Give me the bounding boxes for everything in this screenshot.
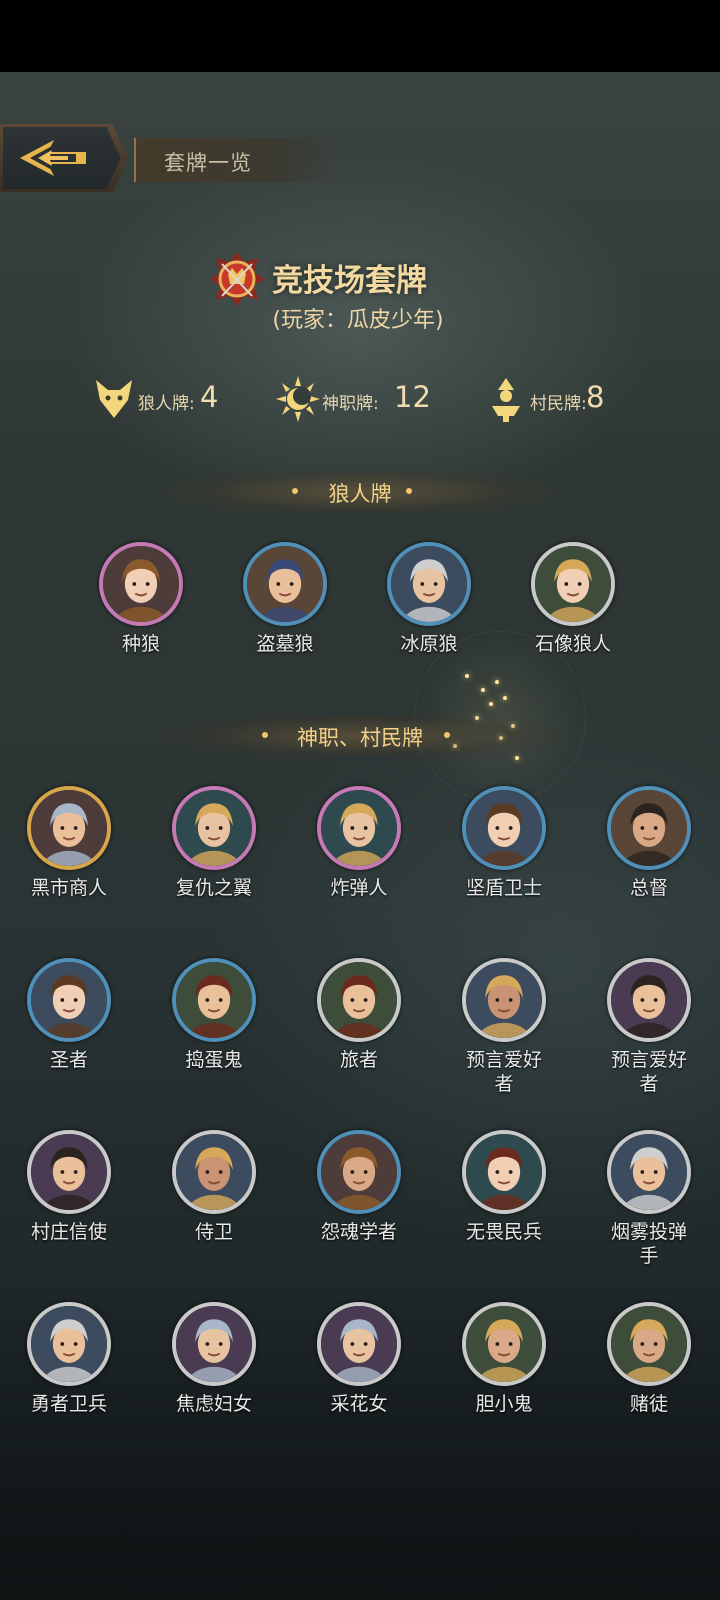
character-name: 怨魂学者 — [320, 1221, 397, 1243]
portrait-image — [321, 1306, 397, 1382]
portrait-image — [391, 546, 467, 622]
portrait-image — [31, 1306, 107, 1382]
character-avatar[interactable] — [387, 542, 471, 626]
character-name: 赌徒 — [629, 1393, 668, 1415]
villager-icon — [492, 378, 520, 422]
character-name: 无畏民兵 — [465, 1221, 542, 1243]
villager-count-value: 8 — [586, 380, 605, 414]
portrait-image — [611, 790, 687, 866]
character-avatar[interactable] — [27, 1130, 111, 1214]
character-name: 坚盾卫士 — [465, 877, 542, 899]
character-name: 烟雾投弹手 — [610, 1221, 687, 1267]
role-section-title: 神职、村民牌 — [297, 726, 423, 750]
character-avatar[interactable] — [462, 786, 546, 870]
portrait-image — [247, 546, 323, 622]
god-count-label: 神职牌: — [322, 394, 379, 414]
portrait-image — [176, 1306, 252, 1382]
portrait-image — [321, 790, 397, 866]
portrait-image — [466, 1306, 542, 1382]
character-avatar[interactable] — [27, 786, 111, 870]
character-avatar[interactable] — [462, 1130, 546, 1214]
character-avatar[interactable] — [172, 786, 256, 870]
title-plate: 套牌一览 — [134, 138, 336, 182]
portrait-image — [176, 1134, 252, 1210]
portrait-image — [611, 962, 687, 1038]
portrait-image — [176, 790, 252, 866]
character-avatar[interactable] — [317, 1302, 401, 1386]
page-title: 套牌一览 — [164, 151, 252, 175]
wolf-icon — [96, 380, 132, 418]
character-name: 石像狼人 — [534, 633, 611, 655]
character-avatar[interactable] — [243, 542, 327, 626]
villager-count-label: 村民牌: — [530, 394, 587, 414]
back-button[interactable] — [0, 124, 128, 192]
character-name: 种狼 — [121, 633, 160, 655]
portrait-image — [31, 790, 107, 866]
portrait-image — [611, 1306, 687, 1382]
portrait-image — [176, 962, 252, 1038]
character-avatar[interactable] — [172, 1130, 256, 1214]
deck-player: (玩家：瓜皮少年) — [0, 302, 720, 334]
character-avatar[interactable] — [531, 542, 615, 626]
character-name: 胆小鬼 — [475, 1393, 533, 1415]
werewolf-section-title: 狼人牌 — [328, 482, 392, 506]
character-name: 盗墓狼 — [256, 633, 314, 655]
character-name: 焦虑妇女 — [175, 1393, 252, 1415]
character-avatar[interactable] — [607, 1302, 691, 1386]
portrait-image — [611, 1134, 687, 1210]
banner-dot-right — [406, 488, 412, 494]
character-avatar[interactable] — [172, 1302, 256, 1386]
role-section-banner: 神职、村民牌 — [140, 714, 580, 758]
character-name: 预言爱好者 — [610, 1049, 687, 1095]
character-name: 复仇之翼 — [175, 877, 252, 899]
portrait-image — [321, 1134, 397, 1210]
character-name: 圣者 — [49, 1049, 88, 1071]
portrait-image — [466, 1134, 542, 1210]
character-avatar[interactable] — [172, 958, 256, 1042]
portrait-image — [103, 546, 179, 622]
character-name: 勇者卫兵 — [30, 1393, 107, 1415]
character-avatar[interactable] — [99, 542, 183, 626]
character-name: 侍卫 — [194, 1221, 233, 1243]
character-avatar[interactable] — [462, 1302, 546, 1386]
portrait-image — [31, 1134, 107, 1210]
character-avatar[interactable] — [27, 1302, 111, 1386]
deck-player-text: (玩家：瓜皮少年) — [272, 308, 444, 333]
character-avatar[interactable] — [607, 958, 691, 1042]
deck-title: 竞技场套牌 — [272, 263, 427, 299]
banner-dot-right — [444, 732, 450, 738]
character-name: 旅者 — [339, 1049, 378, 1071]
portrait-image — [31, 962, 107, 1038]
portrait-image — [466, 962, 542, 1038]
character-name: 冰原狼 — [400, 633, 458, 655]
character-avatar[interactable] — [462, 958, 546, 1042]
character-avatar[interactable] — [607, 1130, 691, 1214]
character-avatar[interactable] — [317, 1130, 401, 1214]
character-name: 炸弹人 — [330, 877, 388, 899]
werewolf-count-label: 狼人牌: — [138, 394, 195, 414]
deck-overview-screen: 套牌一览 竞技场套牌 (玩家：瓜皮少年) 狼人牌: 4 神职牌: 12 村民牌:… — [0, 72, 720, 1600]
portrait-image — [321, 962, 397, 1038]
status-bar — [0, 0, 720, 72]
character-name: 村庄信使 — [30, 1221, 107, 1243]
werewolf-count-value: 4 — [200, 380, 219, 414]
arena-badge-icon — [210, 252, 264, 306]
character-avatar[interactable] — [317, 786, 401, 870]
sun-moon-icon — [276, 376, 320, 422]
character-name: 捣蛋鬼 — [185, 1049, 243, 1071]
back-arrow-icon — [20, 140, 86, 176]
werewolf-section-banner: 狼人牌 — [140, 470, 580, 514]
character-name: 总督 — [629, 877, 668, 899]
character-name: 采花女 — [330, 1393, 388, 1415]
character-avatar[interactable] — [27, 958, 111, 1042]
character-avatar[interactable] — [607, 786, 691, 870]
character-name: 预言爱好者 — [465, 1049, 542, 1095]
portrait-image — [535, 546, 611, 622]
character-avatar[interactable] — [317, 958, 401, 1042]
god-count-value: 12 — [394, 380, 431, 414]
character-name: 黑市商人 — [30, 877, 107, 899]
portrait-image — [466, 790, 542, 866]
